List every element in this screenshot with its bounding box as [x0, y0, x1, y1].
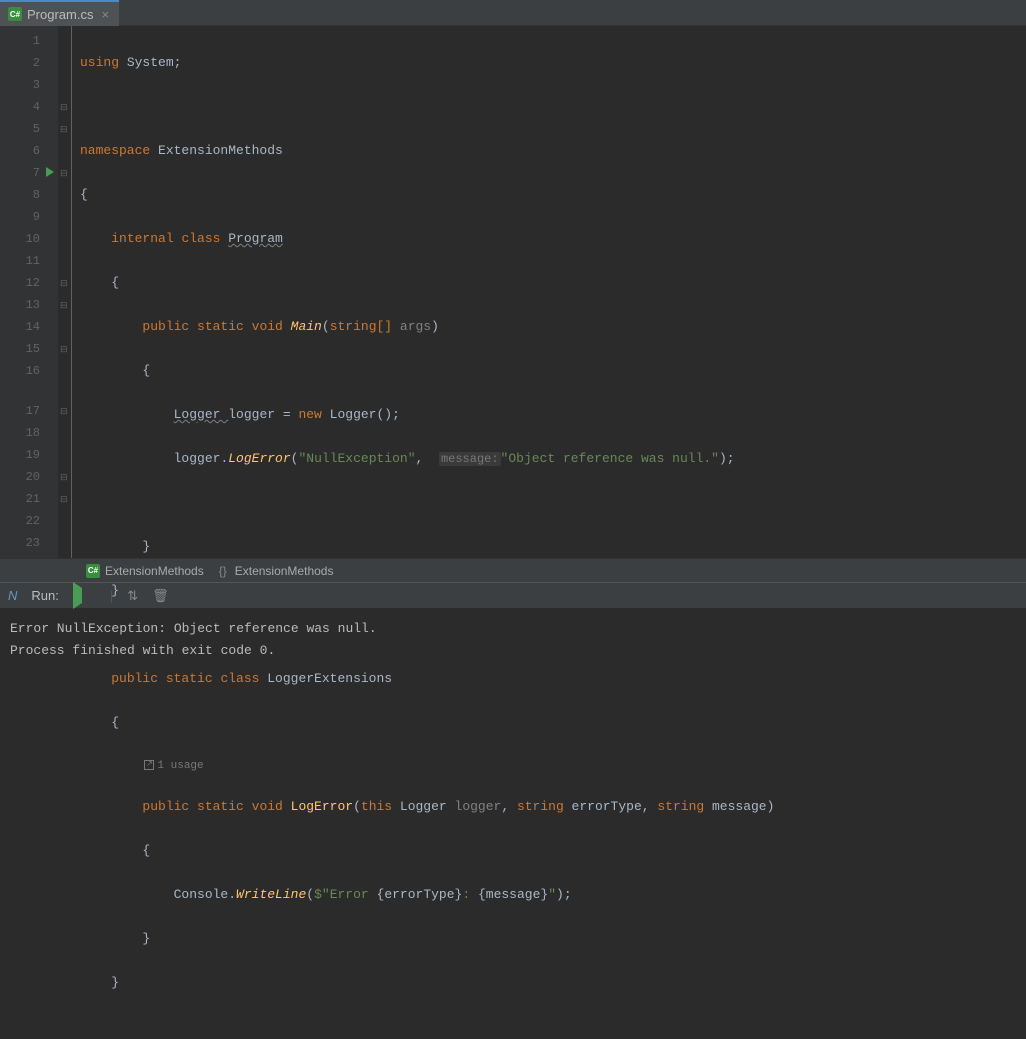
fold-end-icon[interactable]: ⊟ [60, 495, 68, 503]
trash-button[interactable]: 🗑 [152, 588, 169, 604]
usage-hint[interactable]: 1 usage [157, 760, 203, 772]
run-config-icon: N [8, 588, 17, 603]
csharp-file-icon: C# [8, 7, 22, 21]
run-label: Run: [31, 588, 58, 603]
fold-icon[interactable]: ⊟ [60, 407, 68, 415]
run-gutter-icon[interactable] [46, 167, 54, 177]
breadcrumb-label: ExtensionMethods [105, 564, 204, 578]
fold-end-icon[interactable]: ⊟ [60, 301, 68, 309]
fold-end-icon[interactable]: ⊟ [60, 279, 68, 287]
fold-icon[interactable]: ⊟ [60, 169, 68, 177]
close-icon[interactable]: × [101, 7, 109, 22]
fold-icon[interactable]: ⊟ [60, 345, 68, 353]
fold-end-icon[interactable]: ⊟ [60, 473, 68, 481]
editor-tabs: C# Program.cs × [0, 0, 1026, 26]
line-number-gutter: 1 2 3 4 5 6 7 8 9 10 11 12 13 14 15 16 1… [0, 26, 58, 558]
tab-label: Program.cs [27, 7, 93, 22]
breadcrumb-item[interactable]: {} ExtensionMethods [216, 564, 334, 578]
code-editor[interactable]: 1 2 3 4 5 6 7 8 9 10 11 12 13 14 15 16 1… [0, 26, 1026, 558]
fold-icon[interactable]: ⊟ [60, 103, 68, 111]
run-button[interactable] [73, 588, 82, 603]
fold-column: ⊟ ⊟ ⊟ ⊟ ⊟ ⊟ ⊟ ⊟ ⊟ [58, 26, 72, 558]
usage-icon[interactable]: ↗ [144, 760, 154, 770]
layout-button[interactable]: ⇅ [127, 588, 138, 604]
namespace-icon: {} [216, 564, 230, 578]
csharp-icon: C# [86, 564, 100, 578]
code-content[interactable]: using System; namespace ExtensionMethods… [72, 26, 774, 558]
fold-icon[interactable]: ⊟ [60, 125, 68, 133]
play-icon [73, 582, 82, 609]
tab-program-cs[interactable]: C# Program.cs × [0, 0, 119, 26]
breadcrumb-item[interactable]: C# ExtensionMethods [86, 564, 204, 578]
breadcrumb-label: ExtensionMethods [235, 564, 334, 578]
